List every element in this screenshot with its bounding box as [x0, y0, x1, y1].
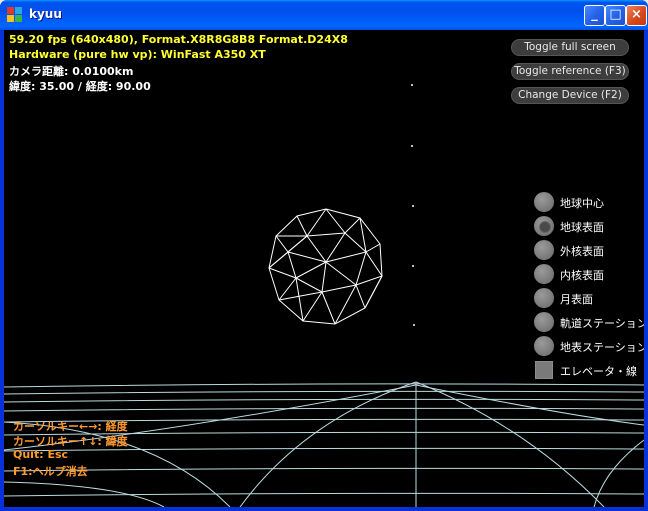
view-option-label: 地球表面: [560, 221, 604, 234]
view-option-label: 外核表面: [560, 245, 604, 258]
help-latitude: カーソルキー↑↓: 緯度: [13, 435, 128, 448]
minimize-icon: _: [591, 7, 598, 22]
toggle-fullscreen-button[interactable]: Toggle full screen: [511, 39, 629, 56]
view-option-label: 軌道ステーション: [560, 317, 644, 330]
3d-viewport[interactable]: 59.20 fps (640x480), Format.X8R8G8B8 For…: [4, 30, 644, 507]
close-icon: ×: [631, 7, 642, 22]
help-quit: Quit: Esc: [13, 448, 69, 461]
radio-selected-icon[interactable]: [534, 216, 554, 236]
checkbox-label: エレベータ・線: [560, 365, 637, 378]
fps-readout: 59.20 fps (640x480), Format.X8R8G8B8 For…: [9, 33, 348, 46]
reference-dots: [411, 84, 415, 326]
view-option-label: 内核表面: [560, 269, 604, 282]
radio-icon[interactable]: [534, 288, 554, 308]
toggle-reference-button[interactable]: Toggle reference (F3): [511, 63, 629, 80]
change-device-button[interactable]: Change Device (F2): [511, 87, 629, 104]
minimize-button[interactable]: _: [584, 5, 605, 26]
maximize-icon: □: [609, 7, 622, 22]
title-bar[interactable]: kyuu _ □ ×: [0, 0, 648, 30]
radio-icon[interactable]: [534, 240, 554, 260]
checkbox-icon[interactable]: [535, 361, 553, 379]
wireframe-sphere: [268, 208, 383, 325]
help-hide: F1:ヘルプ消去: [13, 465, 88, 478]
camera-distance-readout: カメラ距離: 0.0100km: [9, 65, 134, 78]
help-longitude: カーソルキー←→: 経度: [13, 420, 128, 433]
view-option-label: 地表ステーション: [560, 341, 644, 354]
view-option-label: 地球中心: [560, 197, 604, 210]
window-title: kyuu: [29, 7, 62, 21]
close-button[interactable]: ×: [626, 5, 647, 26]
hardware-readout: Hardware (pure hw vp): WinFast A350 XT: [9, 48, 266, 61]
radio-icon[interactable]: [534, 192, 554, 212]
radio-icon[interactable]: [534, 264, 554, 284]
view-option-label: 月表面: [560, 293, 593, 306]
radio-icon[interactable]: [534, 336, 554, 356]
maximize-button[interactable]: □: [605, 5, 626, 26]
app-icon: [7, 7, 23, 23]
app-window: kyuu _ □ × 59.20 fps (640x480), Format.X…: [0, 0, 648, 511]
radio-icon[interactable]: [534, 312, 554, 332]
lat-lon-readout: 緯度: 35.00 / 経度: 90.00: [9, 80, 151, 93]
